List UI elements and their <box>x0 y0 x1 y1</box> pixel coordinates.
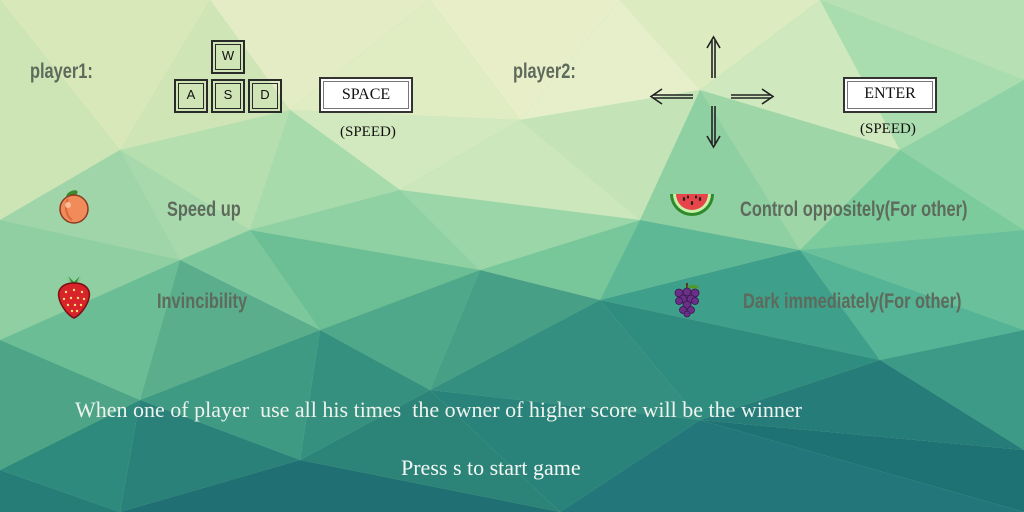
key-d: D <box>248 79 282 113</box>
rule-text: When one of player use all his times the… <box>75 397 802 422</box>
grape-icon <box>674 283 700 318</box>
space-key: SPACE <box>319 77 413 113</box>
player2-label: player2: <box>513 60 576 83</box>
arrow-down-icon <box>706 106 721 149</box>
player1-speed-caption: (SPEED) <box>340 124 396 140</box>
player2-speed-caption: (SPEED) <box>860 121 916 137</box>
player1-label: player1: <box>30 60 93 83</box>
arrow-left-icon <box>649 88 693 105</box>
key-w: W <box>211 40 245 74</box>
key-a: A <box>174 79 208 113</box>
arrow-right-icon <box>731 88 775 105</box>
item-speed-up-label: Speed up <box>167 198 241 221</box>
watermelon-icon <box>670 194 714 216</box>
item-dark-immediately-label: Dark immediately(For other) <box>743 290 962 313</box>
arrow-up-icon <box>706 35 721 78</box>
enter-key: ENTER <box>843 77 937 113</box>
arrow-keys <box>649 35 775 149</box>
item-control-oppositely-label: Control oppositely(For other) <box>740 198 968 221</box>
peach-icon <box>59 190 89 224</box>
item-invincibility-label: Invincibility <box>157 290 248 313</box>
strawberry-icon <box>57 276 91 319</box>
start-prompt: Press s to start game <box>401 455 581 480</box>
key-s: S <box>211 79 245 113</box>
